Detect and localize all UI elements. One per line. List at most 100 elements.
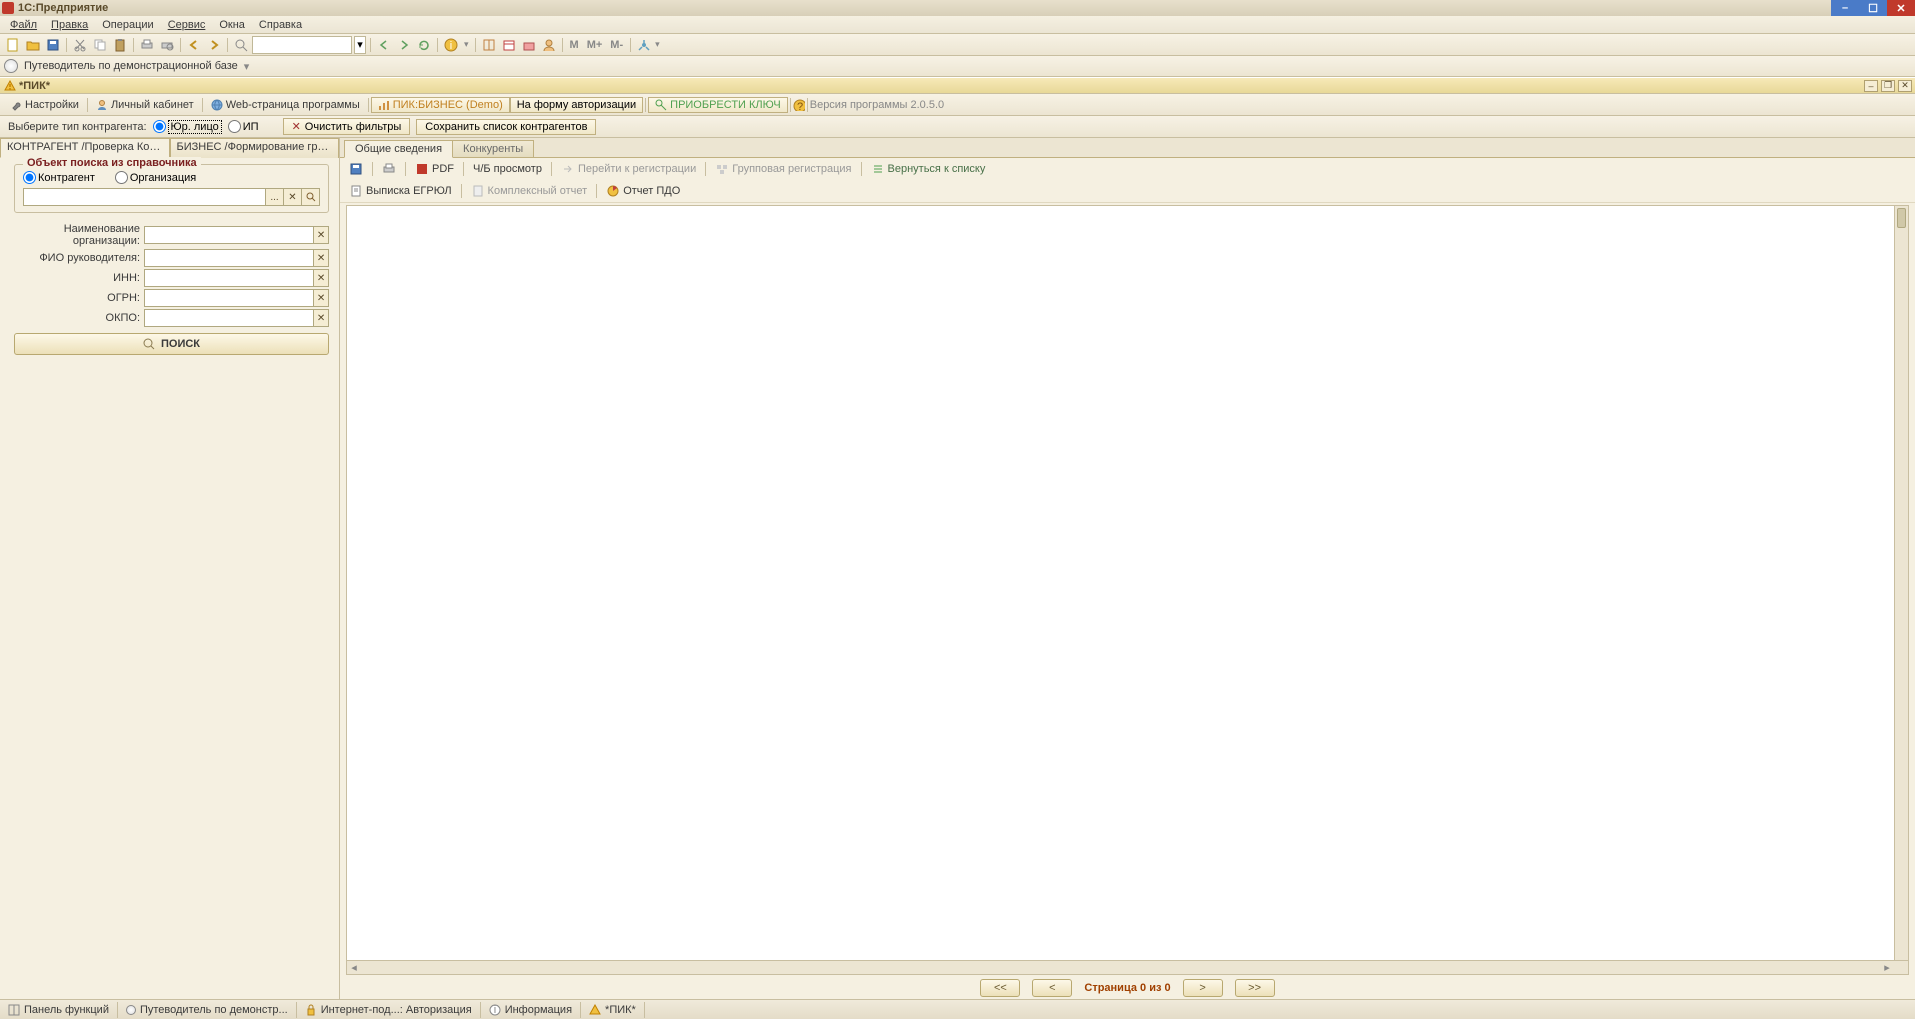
tab-competitors[interactable]: Конкуренты [452,140,534,157]
radio-legal[interactable]: Юр. лицо [153,120,222,134]
lookup-search-button[interactable] [302,188,320,206]
save-icon[interactable] [346,161,366,177]
radio-organization[interactable]: Организация [115,171,196,184]
print-preview-icon[interactable] [158,36,176,54]
fio-input[interactable] [144,249,314,267]
inn-input[interactable] [144,269,314,287]
egrul-button[interactable]: Выписка ЕГРЮЛ [346,183,455,199]
print-icon[interactable] [379,161,399,177]
dropdown-arrow-icon[interactable]: ▾ [462,39,471,50]
minimize-button[interactable]: – [1831,0,1859,16]
dropdown-arrow-icon[interactable]: ▾ [244,60,250,73]
calendar-icon[interactable] [500,36,518,54]
search-dropdown[interactable]: ▾ [354,36,366,54]
lookup-select-button[interactable]: ... [266,188,284,206]
menu-file[interactable]: Файл [4,18,43,32]
status-info[interactable]: i Информация [481,1002,581,1018]
okpo-input[interactable] [144,309,314,327]
menu-service[interactable]: Сервис [162,18,212,32]
child-minimize-button[interactable]: – [1864,80,1878,92]
tab-settings[interactable]: Настройки [4,97,85,113]
inn-clear[interactable]: ✕ [314,269,329,287]
search-input[interactable] [252,36,352,54]
lookup-input[interactable] [23,188,266,206]
menu-windows[interactable]: Окна [213,18,251,32]
radio-legal-input[interactable] [153,120,166,133]
tools-icon[interactable] [635,36,653,54]
tab-webpage[interactable]: Web-страница программы [205,97,366,113]
open-icon[interactable] [24,36,42,54]
m-minus-icon[interactable]: M- [607,39,626,51]
pdo-report-button[interactable]: Отчет ПДО [603,183,683,199]
search-button[interactable]: ПОИСК [14,333,329,355]
lookup-clear-button[interactable]: ✕ [284,188,302,206]
scroll-left-icon[interactable]: ◂ [347,961,361,973]
vertical-scrollbar[interactable] [1894,206,1908,974]
pdf-button[interactable]: PDF [412,161,457,177]
tab-buy-key[interactable]: ПРИОБРЕСТИ КЛЮЧ [648,97,788,113]
tab-general[interactable]: Общие сведения [344,140,453,158]
undo-icon[interactable] [185,36,203,54]
child-close-button[interactable]: ✕ [1898,80,1912,92]
status-pik[interactable]: *ПИК* [581,1002,645,1018]
dropdown-arrow-icon[interactable]: ▾ [655,39,660,50]
panel-icon[interactable] [480,36,498,54]
radio-ip-input[interactable] [228,120,241,133]
nav-fwd-icon[interactable] [395,36,413,54]
status-internet[interactable]: Интернет-под...: Авторизация [297,1002,481,1018]
help-icon[interactable]: ? [793,99,805,111]
bw-view-button[interactable]: Ч/Б просмотр [470,162,545,176]
save-list-button[interactable]: Сохранить список контрагентов [416,119,596,135]
tab-auth-form[interactable]: На форму авторизации [510,97,643,113]
cut-icon[interactable] [71,36,89,54]
clear-filters-button[interactable]: ✕ Очистить фильтры [283,118,411,135]
m-icon[interactable]: M [567,39,582,51]
orgname-clear[interactable]: ✕ [314,226,329,244]
menu-edit[interactable]: Правка [45,18,94,32]
pager-next-button[interactable]: > [1183,979,1223,997]
orgname-input[interactable] [144,226,314,244]
nav-reload-icon[interactable] [415,36,433,54]
copy-icon[interactable] [91,36,109,54]
close-button[interactable]: ✕ [1887,0,1915,16]
redo-icon[interactable] [205,36,223,54]
status-panel-functions[interactable]: Панель функций [0,1002,118,1018]
menu-operations[interactable]: Операции [96,18,159,32]
okpo-clear[interactable]: ✕ [314,309,329,327]
goto-registration-button[interactable]: Перейти к регистрации [558,161,699,177]
ogrn-input[interactable] [144,289,314,307]
radio-organization-input[interactable] [115,171,128,184]
print-icon[interactable] [138,36,156,54]
maximize-button[interactable]: ☐ [1859,0,1887,16]
fio-clear[interactable]: ✕ [314,249,329,267]
tab-pik-business[interactable]: ПИК:БИЗНЕС (Demo) [371,97,510,113]
new-doc-icon[interactable] [4,36,22,54]
child-restore-button[interactable]: ❐ [1881,80,1895,92]
cashbox-icon[interactable] [520,36,538,54]
demo-guide-link[interactable]: Путеводитель по демонстрационной базе [24,60,238,72]
scroll-right-icon[interactable]: ▸ [1880,961,1894,973]
radio-ip[interactable]: ИП [228,120,259,133]
back-to-list-button[interactable]: Вернуться к списку [868,161,989,177]
tab-personal[interactable]: Личный кабинет [90,97,200,113]
info-icon[interactable]: i [442,36,460,54]
ogrn-clear[interactable]: ✕ [314,289,329,307]
user-icon[interactable] [540,36,558,54]
pager-prev-button[interactable]: < [1032,979,1072,997]
panel-tab-contragent[interactable]: КОНТРАГЕНТ /Проверка Контраг ... [0,138,170,158]
panel-tab-business[interactable]: БИЗНЕС /Формирование группы ... [170,138,340,158]
save-icon[interactable] [44,36,62,54]
status-guide[interactable]: Путеводитель по демонстр... [118,1002,297,1018]
pager-last-button[interactable]: >> [1235,979,1275,997]
pager-first-button[interactable]: << [980,979,1020,997]
radio-contragent-input[interactable] [23,171,36,184]
paste-icon[interactable] [111,36,129,54]
horizontal-scrollbar[interactable]: ◂ ▸ [347,960,1908,974]
scrollbar-thumb[interactable] [1897,208,1906,228]
m-plus-icon[interactable]: M+ [584,39,606,51]
menu-help[interactable]: Справка [253,18,308,32]
search-icon[interactable] [232,36,250,54]
radio-contragent[interactable]: Контрагент [23,171,95,184]
complex-report-button[interactable]: Комплексный отчет [468,183,591,199]
group-registration-button[interactable]: Групповая регистрация [712,161,854,177]
